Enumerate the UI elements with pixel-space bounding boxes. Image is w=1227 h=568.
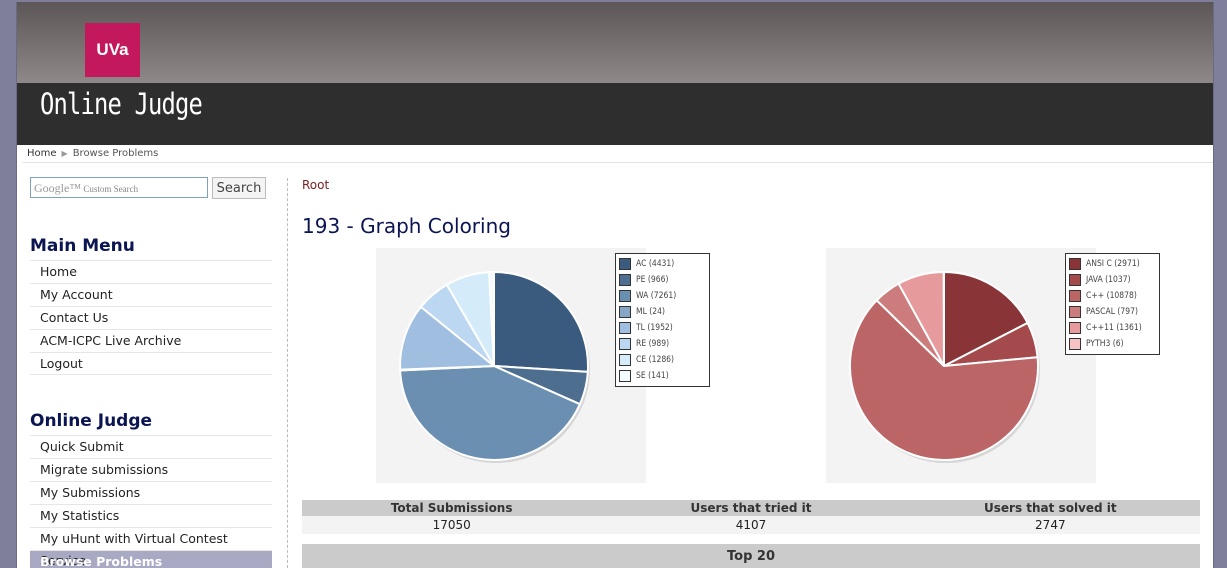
legend-label: PYTH3 (6) (1086, 339, 1124, 349)
main-menu: Home My Account Contact Us ACM-ICPC Live Ar… (30, 260, 272, 375)
breadcrumb-current: Browse Problems (72, 148, 159, 159)
legend-label: ANSI C (2971) (1086, 259, 1140, 269)
verdict-legend: AC (4431) PE (966) WA (7261) ML (24) TL (195… (615, 253, 710, 387)
legend-swatch (619, 354, 631, 366)
legend-label: C++11 (1361) (1086, 323, 1142, 333)
problem-title: 193 - Graph Coloring (302, 214, 511, 238)
breadcrumb: Home ▶ Browse Problems (27, 148, 158, 159)
legend-entry: AC (4431) (619, 256, 706, 272)
legend-label: SE (141) (636, 371, 669, 381)
main-menu-item[interactable]: ACM-ICPC Live Archive (30, 329, 272, 352)
online-judge-menu-item[interactable]: Browse Problems (30, 550, 272, 568)
legend-label: AC (4431) (636, 259, 675, 269)
online-judge-menu-item[interactable]: Migrate submissions (30, 458, 272, 481)
legend-entry: C++11 (1361) (1069, 320, 1156, 336)
pie-svg (399, 270, 590, 463)
legend-swatch (619, 306, 631, 318)
online-judge-menu-item[interactable]: My Submissions (30, 481, 272, 504)
legend-entry: JAVA (1037) (1069, 272, 1156, 288)
stats-value-solved: 2747 (1035, 518, 1066, 532)
stats-header-tried: Users that tried it (690, 501, 812, 515)
search-input[interactable]: Google™ Custom Search (30, 177, 208, 198)
legend-entry: C++ (10878) (1069, 288, 1156, 304)
stats-value-tried: 4107 (735, 518, 767, 532)
search-button[interactable]: Search (212, 177, 266, 199)
legend-label: PASCAL (797) (1086, 307, 1138, 317)
legend-entry: RE (989) (619, 336, 706, 352)
legend-label: RE (989) (636, 339, 670, 349)
legend-swatch (1069, 338, 1081, 350)
online-judge-menu-title: Online Judge (30, 411, 153, 431)
legend-swatch (619, 322, 631, 334)
main-menu-item[interactable]: Logout (30, 352, 272, 375)
legend-label: WA (7261) (636, 291, 677, 301)
language-pie-chart (826, 248, 1096, 483)
legend-swatch (619, 258, 631, 270)
column-divider (287, 178, 288, 568)
breadcrumb-separator-icon: ▶ (61, 149, 68, 158)
stats-value-row: 17050 4107 2747 (302, 516, 1200, 534)
legend-swatch (1069, 290, 1081, 302)
page-frame: UVa Online Judge Home ▶ Browse Problems Go… (16, 2, 1214, 568)
legend-entry: ANSI C (2971) (1069, 256, 1156, 272)
online-judge-menu-item[interactable]: My Statistics (30, 504, 272, 527)
online-judge-menu-item[interactable]: Quick Submit (30, 435, 272, 458)
pie-svg (849, 270, 1040, 463)
stats-header-total: Total Submissions (390, 501, 513, 515)
legend-swatch (619, 370, 631, 382)
top20-header[interactable]: Top 20 (302, 544, 1200, 568)
legend-label: CE (1286) (636, 355, 675, 365)
legend-entry: PYTH3 (6) (1069, 336, 1156, 352)
main-menu-item[interactable]: Home (30, 260, 272, 283)
breadcrumb-divider (23, 162, 1213, 163)
online-judge-menu: Quick Submit Migrate submissions My Submis… (30, 435, 272, 568)
stats-value-total: 17050 (432, 518, 471, 532)
google-label: Google™ (34, 181, 82, 195)
stats-table: Total Submissions Users that tried it Us… (302, 500, 1200, 534)
main-menu-item[interactable]: My Account (30, 283, 272, 306)
legend-swatch (619, 290, 631, 302)
legend-swatch (619, 274, 631, 286)
main-menu-title: Main Menu (30, 236, 135, 256)
legend-swatch (1069, 274, 1081, 286)
legend-label: C++ (10878) (1086, 291, 1137, 301)
legend-entry: SE (141) (619, 368, 706, 384)
search-placeholder: Custom Search (83, 184, 139, 194)
legend-entry: PE (966) (619, 272, 706, 288)
legend-label: JAVA (1037) (1086, 275, 1131, 285)
root-link[interactable]: Root (302, 178, 329, 192)
main-menu-item[interactable]: Contact Us (30, 306, 272, 329)
legend-entry: WA (7261) (619, 288, 706, 304)
stats-header-row: Total Submissions Users that tried it Us… (302, 500, 1200, 516)
legend-label: PE (966) (636, 275, 669, 285)
legend-swatch (1069, 322, 1081, 334)
legend-label: TL (1952) (636, 323, 673, 333)
site-title: Online Judge (40, 87, 203, 121)
breadcrumb-home-link[interactable]: Home (27, 148, 57, 159)
header-banner (17, 2, 1213, 83)
legend-entry: TL (1952) (619, 320, 706, 336)
online-judge-menu-item[interactable]: My uHunt with Virtual Contest Service (30, 527, 272, 568)
legend-swatch (619, 338, 631, 350)
legend-entry: PASCAL (797) (1069, 304, 1156, 320)
legend-entry: CE (1286) (619, 352, 706, 368)
stats-header-solved: Users that solved it (984, 501, 1117, 515)
language-legend: ANSI C (2971) JAVA (1037) C++ (10878) PASCA… (1065, 253, 1160, 355)
pie-slice-ac (493, 270, 589, 373)
legend-entry: ML (24) (619, 304, 706, 320)
legend-swatch (1069, 258, 1081, 270)
uva-logo[interactable]: UVa (85, 23, 140, 77)
legend-label: ML (24) (636, 307, 665, 317)
verdict-pie-chart (376, 248, 646, 483)
legend-swatch (1069, 306, 1081, 318)
